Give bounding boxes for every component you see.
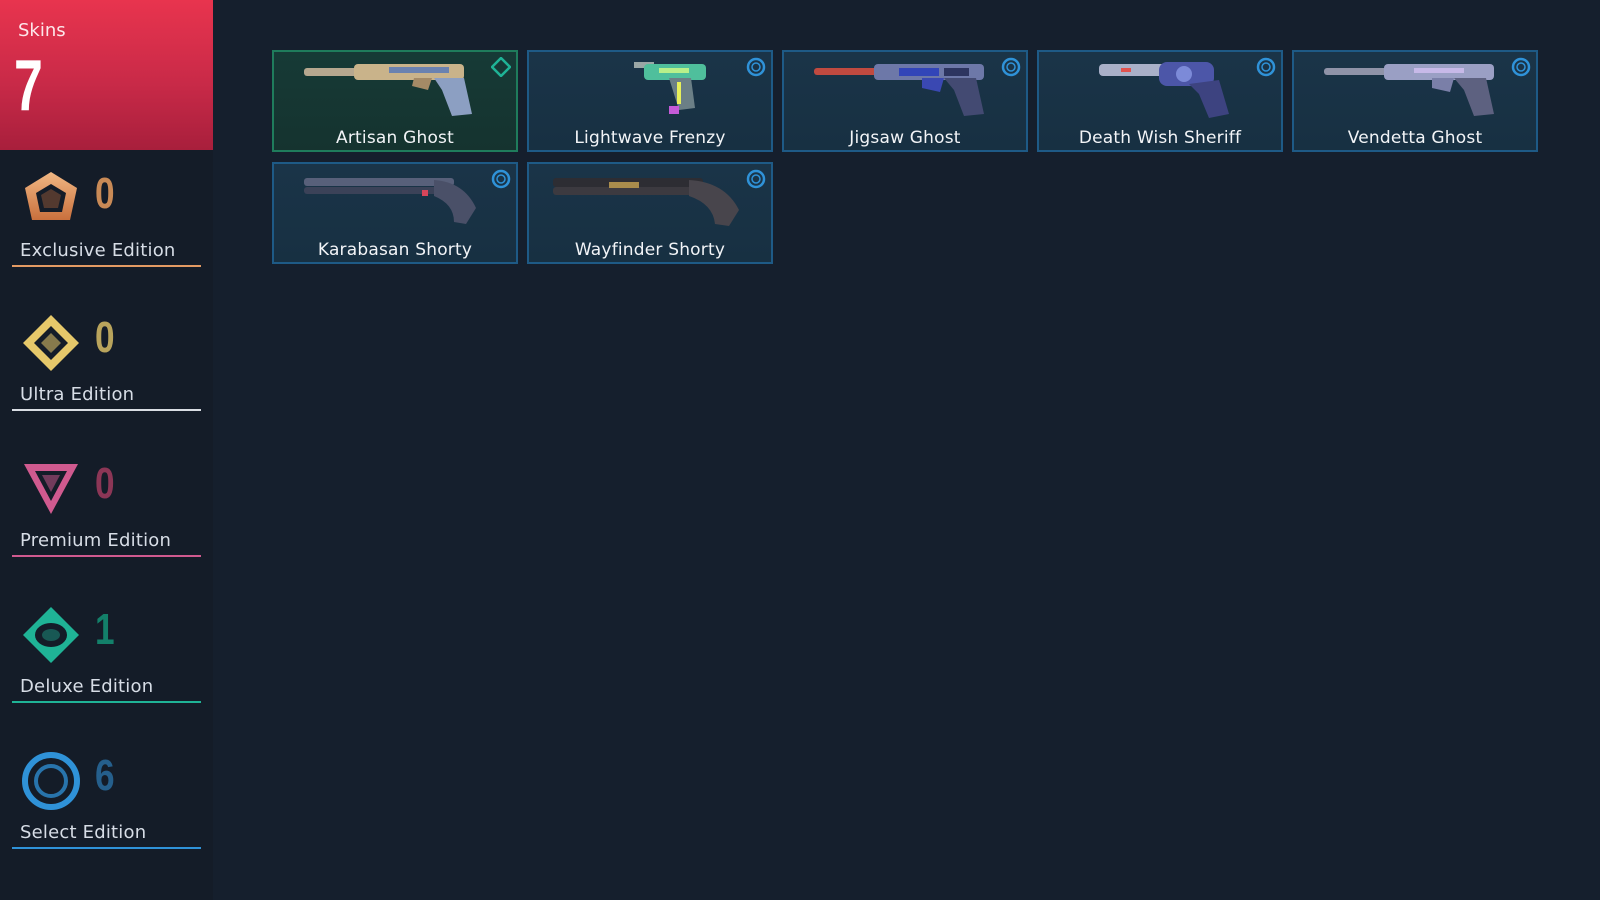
tier-label-premium: Premium Edition: [20, 530, 172, 551]
sidebar: Skins 7 0 Exclusive Edition 0 Ultra Edit…: [0, 0, 213, 900]
skin-card-karabasan-shorty[interactable]: Karabasan Shorty: [272, 162, 518, 264]
skins-total-card: Skins 7: [0, 0, 213, 150]
tier-count-deluxe: 1: [95, 605, 115, 654]
skin-card-jigsaw-ghost[interactable]: Jigsaw Ghost: [782, 50, 1028, 152]
revolver-icon: [1099, 62, 1229, 118]
select-badge-icon: [1511, 57, 1531, 77]
tier-count-select: 6: [95, 751, 115, 800]
skin-name: Wayfinder Shorty: [574, 240, 726, 260]
shotgun-icon: [553, 178, 739, 226]
skin-card-death-wish-sheriff[interactable]: Death Wish Sheriff: [1037, 50, 1283, 152]
deluxe-badge-icon: [491, 57, 511, 77]
select-badge-icon: [1001, 57, 1021, 77]
pistol-icon: [634, 62, 706, 114]
tier-label-select: Select Edition: [20, 822, 147, 843]
tier-exclusive: 0 Exclusive Edition: [0, 168, 213, 288]
tier-divider: [12, 265, 201, 267]
tier-select: 6 Select Edition: [0, 750, 213, 870]
pistol-icon: [814, 64, 984, 116]
skins-total-count: 7: [14, 46, 43, 126]
tier-label-exclusive: Exclusive Edition: [20, 240, 176, 261]
pistol-icon: [1324, 64, 1494, 116]
skin-card-lightwave-frenzy[interactable]: Lightwave Frenzy: [527, 50, 773, 152]
tier-divider: [12, 555, 201, 557]
select-badge-icon: [491, 169, 511, 189]
tier-ultra: 0 Ultra Edition: [0, 312, 213, 432]
deluxe-edition-icon: [23, 607, 79, 663]
skins-label: Skins: [18, 20, 66, 41]
skin-name: Lightwave Frenzy: [574, 128, 726, 148]
tier-label-ultra: Ultra Edition: [20, 384, 135, 405]
tier-count-exclusive: 0: [95, 169, 115, 218]
skin-name: Karabasan Shorty: [317, 240, 473, 260]
skin-name: Artisan Ghost: [336, 128, 454, 148]
skin-card-wayfinder-shorty[interactable]: Wayfinder Shorty: [527, 162, 773, 264]
tier-count-ultra: 0: [95, 313, 115, 362]
skin-card-vendetta-ghost[interactable]: Vendetta Ghost: [1292, 50, 1538, 152]
ultra-edition-icon: [23, 315, 79, 371]
skin-name: Jigsaw Ghost: [849, 128, 961, 148]
tier-divider: [12, 847, 201, 849]
select-badge-icon: [746, 169, 766, 189]
shotgun-icon: [304, 178, 476, 224]
tier-deluxe: 1 Deluxe Edition: [0, 604, 213, 724]
skin-card-artisan-ghost[interactable]: Artisan Ghost: [272, 50, 518, 152]
premium-edition-icon: [24, 464, 78, 514]
select-edition-icon: [22, 752, 80, 810]
pistol-icon: [304, 64, 472, 116]
select-badge-icon: [746, 57, 766, 77]
select-badge-icon: [1256, 57, 1276, 77]
skin-name: Vendetta Ghost: [1347, 128, 1483, 148]
tier-divider: [12, 701, 201, 703]
tier-label-deluxe: Deluxe Edition: [20, 676, 154, 697]
tier-count-premium: 0: [95, 459, 115, 508]
tier-divider: [12, 409, 201, 411]
exclusive-edition-icon: [25, 172, 77, 220]
skin-name: Death Wish Sheriff: [1078, 128, 1242, 148]
tier-premium: 0 Premium Edition: [0, 458, 213, 578]
